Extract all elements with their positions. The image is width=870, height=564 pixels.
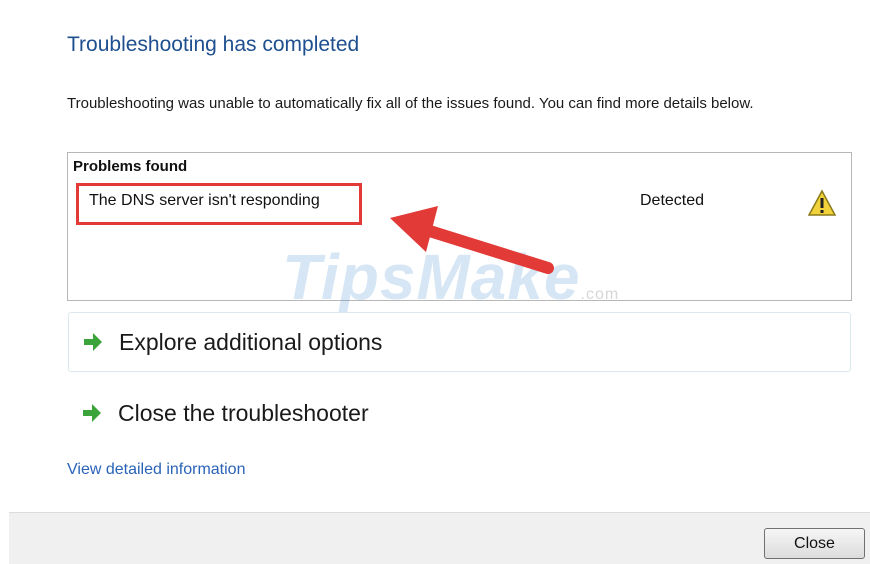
green-arrow-icon <box>83 404 101 422</box>
explore-options-label: Explore additional options <box>119 328 383 355</box>
page-title: Troubleshooting has completed <box>67 33 360 56</box>
close-troubleshooter-button[interactable]: Close the troubleshooter <box>68 383 851 443</box>
close-button[interactable]: Close <box>764 528 865 559</box>
dialog-footer: Close <box>9 512 870 564</box>
explore-additional-options-button[interactable]: Explore additional options <box>68 312 851 372</box>
warning-icon <box>807 189 837 216</box>
close-troubleshooter-label: Close the troubleshooter <box>118 399 369 426</box>
troubleshooter-dialog: Troubleshooting has completed Troublesho… <box>0 0 870 564</box>
view-detailed-information-link[interactable]: View detailed information <box>67 461 245 479</box>
red-annotation-arrow-icon <box>390 206 554 274</box>
result-description: Troubleshooting was unable to automatica… <box>67 95 754 112</box>
problem-name: The DNS server isn't responding <box>89 192 320 209</box>
green-arrow-icon <box>84 333 102 351</box>
problem-status: Detected <box>640 192 705 209</box>
problems-found-header: Problems found <box>73 158 188 175</box>
